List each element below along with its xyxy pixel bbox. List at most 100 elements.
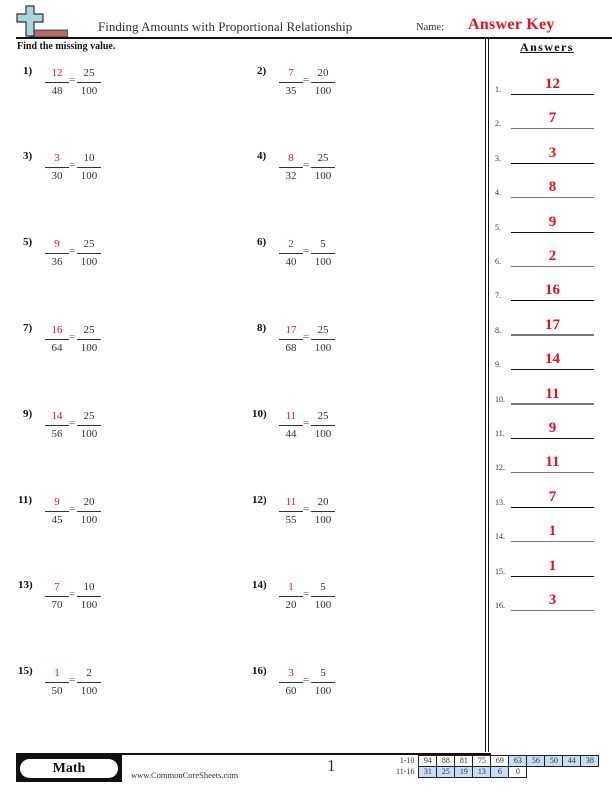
plus-cross-icon <box>16 5 68 37</box>
column-divider <box>485 39 489 752</box>
reference-denominator: 100 <box>314 514 332 526</box>
reference-fraction: 25 100 <box>311 410 335 441</box>
score-cell: 31 <box>418 766 438 778</box>
fraction-bar <box>279 167 303 168</box>
problem-item: 13) 7 70 = 10 100 <box>18 579 163 619</box>
problem-number: 1) <box>23 65 33 77</box>
unknown-fraction: 11 44 <box>279 410 303 441</box>
fraction-bar <box>45 82 69 83</box>
unknown-fraction: 3 30 <box>45 152 69 183</box>
problem-number: 3) <box>23 150 33 162</box>
answer-line <box>511 540 594 543</box>
answer-value: 3 <box>548 592 557 608</box>
fraction-bar <box>279 253 303 254</box>
score-cell: 63 <box>508 755 528 767</box>
answer-row: 8. 17 <box>494 316 612 336</box>
problem-item: 4) 8 32 = 25 100 <box>257 150 397 190</box>
score-cell: 6 <box>490 766 510 778</box>
answer-line <box>511 265 594 267</box>
answer-value: 14 <box>545 351 560 368</box>
score-row: 1-10 94 88 81 75 69 63 56 50 44 38 <box>394 755 600 767</box>
unknown-fraction: 17 68 <box>279 324 303 355</box>
equals-sign: = <box>69 588 76 600</box>
fraction-bar <box>77 682 101 683</box>
reference-denominator: 100 <box>314 342 332 354</box>
score-cell: 81 <box>454 755 474 767</box>
fraction-bar <box>45 596 69 597</box>
answer-numerator: 3 <box>54 152 60 164</box>
answer-line <box>511 334 594 336</box>
answer-value: 8 <box>548 179 557 196</box>
reference-fraction: 5 100 <box>311 667 335 698</box>
denominator: 64 <box>51 342 63 354</box>
fraction-bar <box>77 253 101 254</box>
reference-fraction: 25 100 <box>77 410 101 441</box>
equals-sign: = <box>303 159 310 171</box>
equals-sign: = <box>69 74 76 86</box>
answer-number: 11. <box>495 429 505 438</box>
unknown-fraction: 9 36 <box>45 238 69 269</box>
score-cell: 25 <box>436 766 456 778</box>
answer-number: 5. <box>495 222 501 232</box>
fraction-bar <box>77 511 101 512</box>
reference-numerator: 5 <box>320 238 326 250</box>
denominator: 48 <box>51 85 63 97</box>
answer-row: 12. 11 <box>494 453 612 474</box>
reference-fraction: 2 100 <box>77 667 101 698</box>
answer-number: 13. <box>495 497 505 507</box>
answer-number: 10. <box>495 394 505 404</box>
problem-item: 8) 17 68 = 25 100 <box>257 322 397 362</box>
problem-item: 1) 12 48 = 25 100 <box>23 65 163 105</box>
reference-denominator: 100 <box>80 685 98 697</box>
score-cell: 0 <box>508 766 528 778</box>
reference-fraction: 25 100 <box>77 67 101 98</box>
fraction-bar <box>279 596 303 597</box>
answer-number: 15. <box>495 566 505 576</box>
reference-numerator: 5 <box>320 667 326 679</box>
reference-denominator: 100 <box>314 685 332 697</box>
fraction-bar <box>45 425 69 426</box>
equals-sign: = <box>303 503 310 515</box>
answer-line <box>511 196 594 199</box>
fraction-bar <box>45 253 69 254</box>
reference-denominator: 100 <box>314 256 332 268</box>
answer-row: 9. 14 <box>494 350 612 371</box>
answers-title: Answers <box>520 40 574 54</box>
answer-row: 5. 9 <box>494 213 612 233</box>
answer-row: 3. 3 <box>494 144 612 164</box>
answer-value: 1 <box>548 523 557 540</box>
fraction-bar <box>311 425 335 426</box>
answer-line <box>511 127 594 130</box>
problem-number: 14) <box>252 579 267 591</box>
problem-number: 13) <box>18 579 33 591</box>
problem-item: 7) 16 64 = 25 100 <box>23 322 163 362</box>
score-cell: 69 <box>490 755 510 767</box>
reference-numerator: 25 <box>83 324 95 336</box>
reference-numerator: 10 <box>83 152 95 164</box>
answer-numerator: 16 <box>51 324 63 336</box>
problem-number: 5) <box>23 236 33 248</box>
answer-numerator: 11 <box>285 496 297 508</box>
unknown-fraction: 7 70 <box>45 581 69 612</box>
unknown-fraction: 16 64 <box>45 324 69 355</box>
score-range-label: 11-16 <box>396 767 415 776</box>
answer-row: 16. 3 <box>494 591 612 611</box>
answer-numerator: 9 <box>54 496 60 508</box>
fraction-bar <box>311 167 335 168</box>
answer-numerator: 1 <box>54 667 60 679</box>
score-range-label: 1-10 <box>399 756 415 765</box>
answer-number: 4. <box>495 188 501 198</box>
denominator: 30 <box>51 170 63 182</box>
fraction-bar <box>311 82 335 83</box>
subject-badge: Math <box>16 755 122 782</box>
unknown-fraction: 8 32 <box>279 152 303 183</box>
answer-line <box>511 506 594 508</box>
equals-sign: = <box>303 674 310 686</box>
website-link[interactable]: www.CommonCoreSheets.com <box>131 770 238 780</box>
answer-row: 11. 9 <box>494 419 612 439</box>
answer-value: 9 <box>548 420 557 436</box>
score-cell: 50 <box>544 755 564 767</box>
reference-numerator: 25 <box>317 324 329 336</box>
fraction-bar <box>45 167 69 168</box>
denominator: 56 <box>51 428 63 440</box>
